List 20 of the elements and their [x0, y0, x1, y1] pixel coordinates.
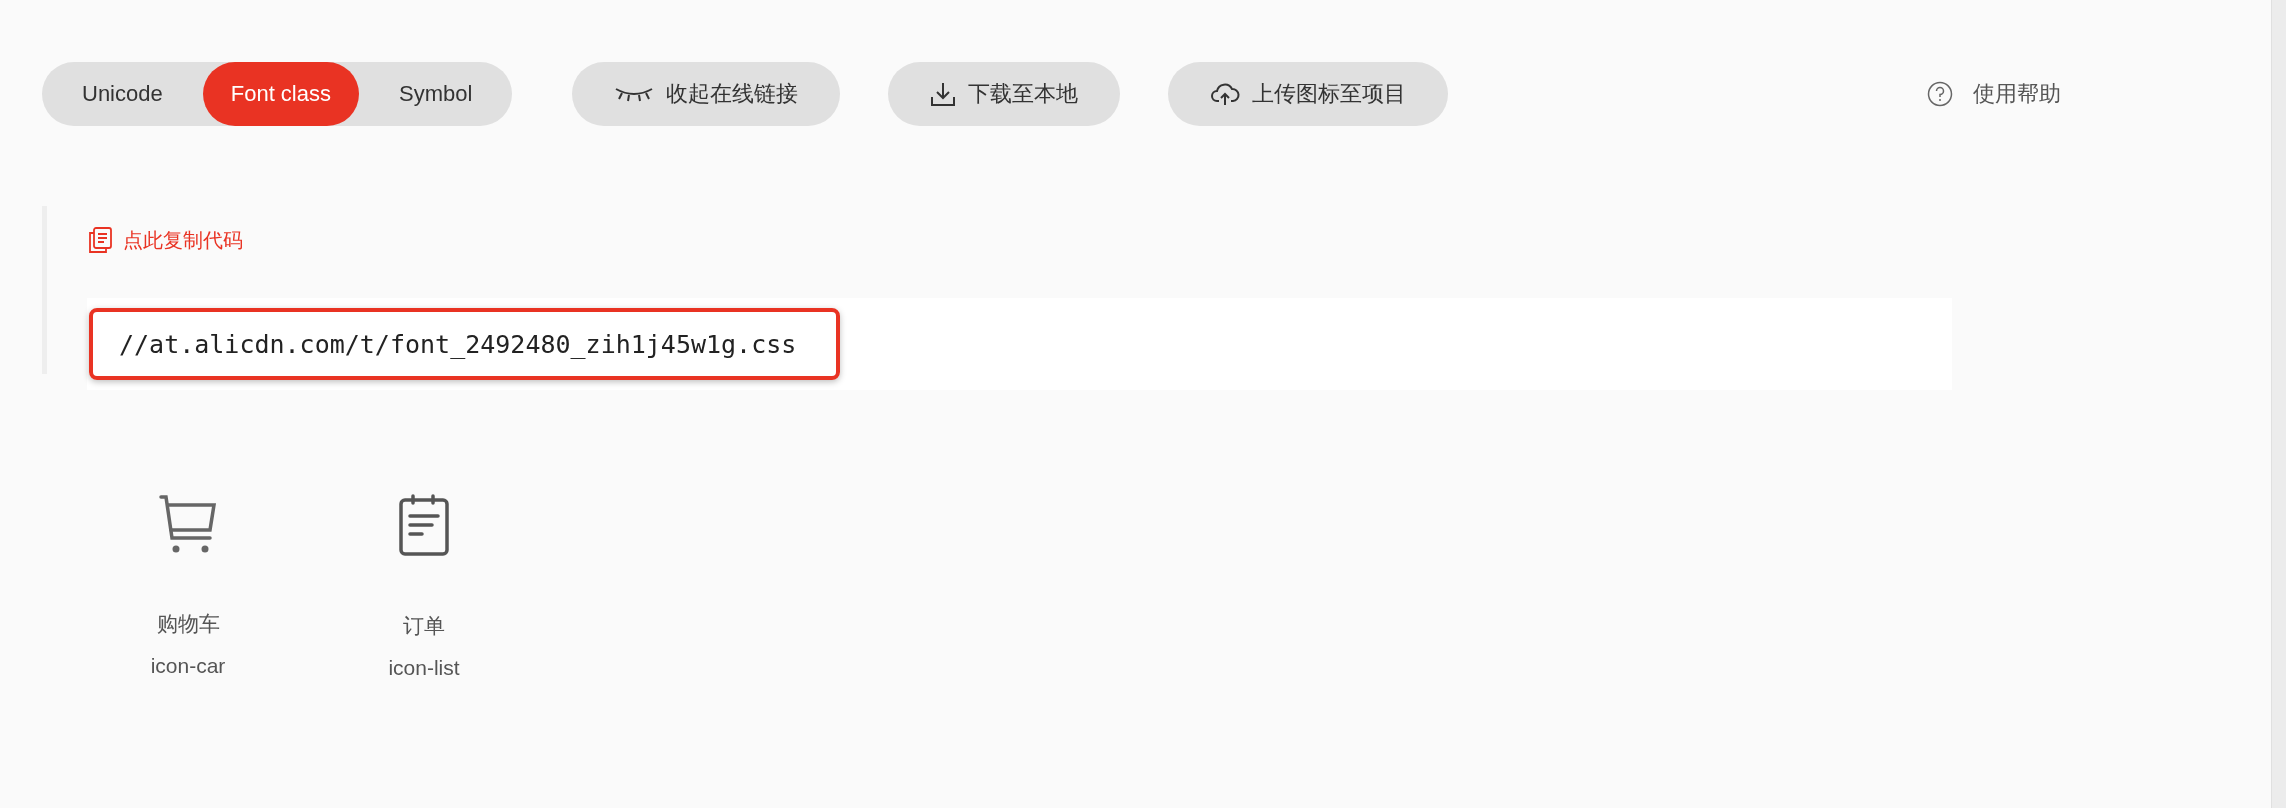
css-url: //at.alicdn.com/t/font_2492480_zih1j45w1g.css [89, 308, 841, 380]
format-tab[interactable]: Unicode [42, 62, 203, 126]
copy-code-link[interactable]: 点此复制代码 [87, 226, 243, 254]
shopping-cart-icon [159, 494, 217, 554]
icon-name: 订单 [403, 613, 445, 640]
icon-name: 购物车 [156, 611, 220, 638]
copy-icon [87, 226, 113, 254]
help-link[interactable]: 使用帮助 [1927, 79, 2061, 109]
icon-class-name: icon-list [388, 656, 460, 680]
notepad-icon [399, 494, 449, 556]
action-button[interactable]: 收起在线链接 [572, 62, 841, 126]
action-button[interactable]: 上传图标至项目 [1168, 62, 1449, 126]
icon-class-name: icon-car [150, 654, 226, 678]
download-icon [930, 81, 957, 107]
action-button[interactable]: 下载至本地 [888, 62, 1121, 126]
closed-eye-icon [614, 86, 655, 102]
cloud-upload-icon [1210, 82, 1241, 106]
help-icon [1927, 81, 1953, 107]
format-tab[interactable]: Font class [202, 62, 359, 126]
format-tab[interactable]: Symbol [359, 62, 513, 126]
